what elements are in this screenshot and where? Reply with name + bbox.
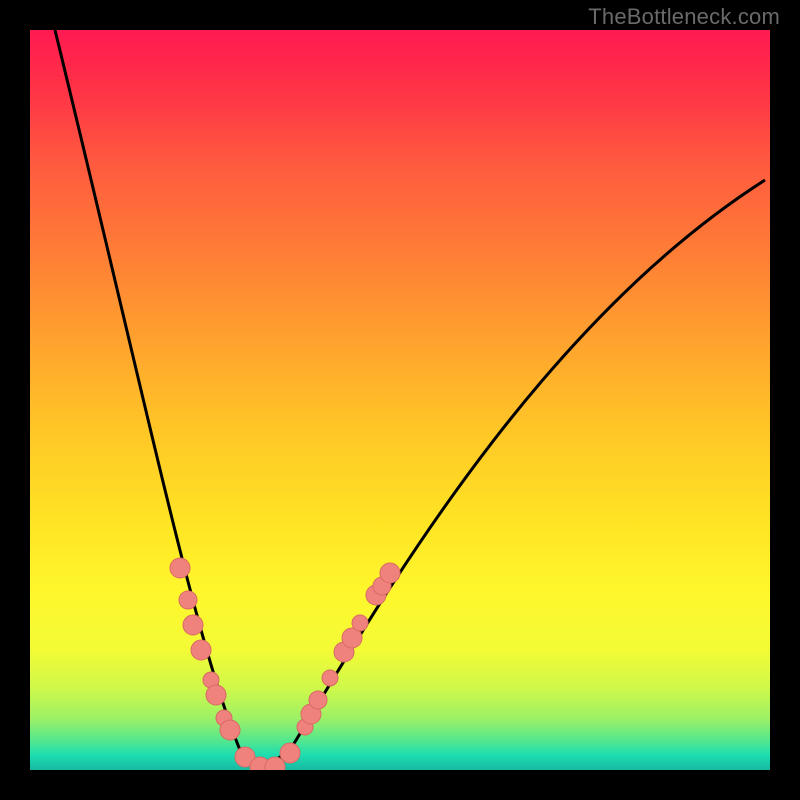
data-marker xyxy=(206,685,226,705)
data-marker xyxy=(191,640,211,660)
data-marker xyxy=(170,558,190,578)
data-marker xyxy=(183,615,203,635)
bottleneck-chart-svg xyxy=(30,30,770,770)
watermark-text: TheBottleneck.com xyxy=(588,4,780,30)
data-marker xyxy=(220,720,240,740)
data-marker xyxy=(280,743,300,763)
chart-plot-area xyxy=(30,30,770,770)
data-marker xyxy=(352,615,368,631)
data-marker xyxy=(322,670,338,686)
data-marker xyxy=(380,563,400,583)
data-marker-group xyxy=(170,558,400,770)
data-marker xyxy=(309,691,327,709)
data-marker xyxy=(179,591,197,609)
bottleneck-curve xyxy=(55,30,765,763)
